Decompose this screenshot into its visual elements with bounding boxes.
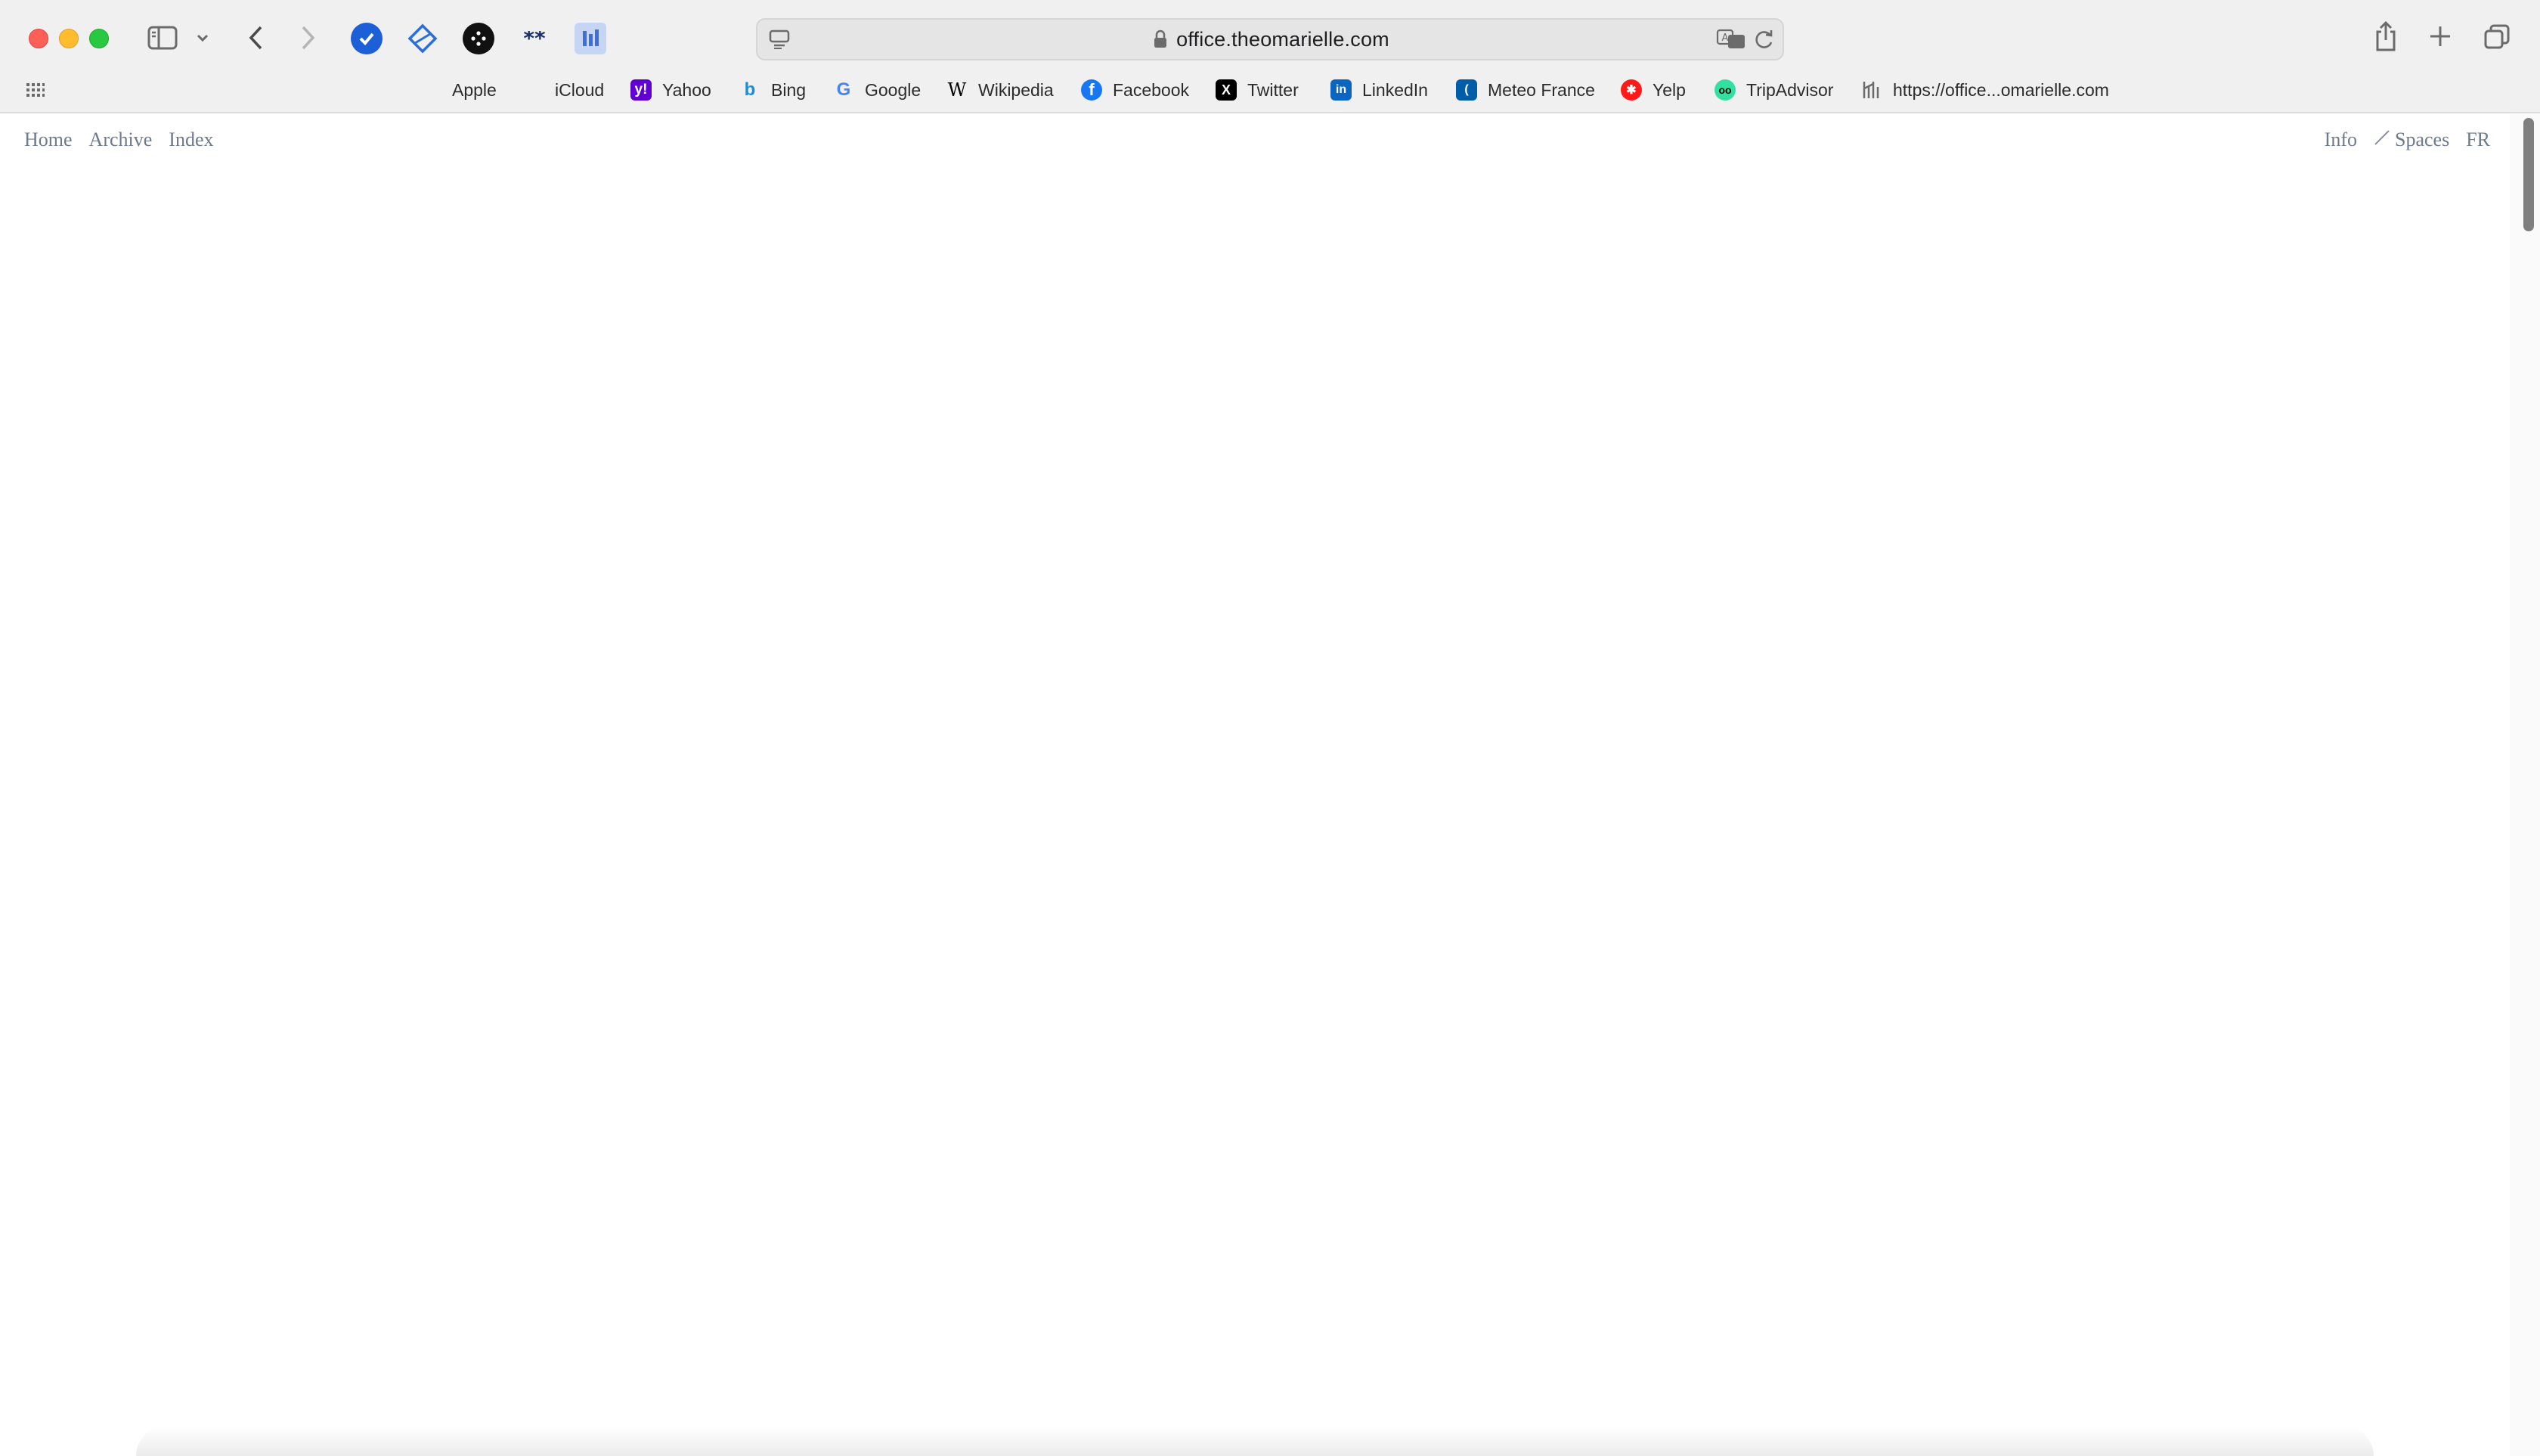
page-content: Home Archive Index Info Spaces FR [0, 113, 2510, 1456]
browser-toolbar: ** office.theomarielle.com A Apple iClou… [0, 0, 2540, 113]
nav-language-link[interactable]: FR [2466, 129, 2490, 151]
site-icon [1861, 79, 1882, 101]
back-arrow-icon[interactable] [240, 23, 271, 53]
bookmark-facebook[interactable]: f Facebook [1081, 71, 1189, 109]
apple-icon [523, 79, 544, 101]
meteo-france-icon: ( [1456, 79, 1477, 101]
forward-arrow-icon[interactable] [293, 23, 324, 53]
share-icon[interactable] [2371, 18, 2401, 54]
bing-icon: b [744, 79, 756, 100]
url-text: office.theomarielle.com [757, 20, 1783, 59]
svg-text:A: A [1722, 33, 1729, 44]
bookmark-label: iCloud [555, 79, 605, 100]
new-tab-plus-icon[interactable] [2425, 21, 2455, 51]
linkedin-icon: in [1330, 79, 1352, 101]
compass-extension-icon[interactable] [407, 23, 438, 54]
facebook-icon: f [1081, 79, 1102, 101]
bookmark-google[interactable]: G Google [833, 71, 922, 109]
nav-home-link[interactable]: Home [24, 129, 73, 151]
bookmark-label: Yelp [1653, 79, 1686, 100]
svg-text:**: ** [523, 31, 546, 46]
nav-spaces-link[interactable]: Spaces [2374, 129, 2449, 151]
bookmark-label: LinkedIn [1362, 79, 1428, 100]
scrollbar-track[interactable] [2510, 113, 2540, 1456]
bookmark-label: Wikipedia [978, 79, 1054, 100]
bookmark-yahoo[interactable]: y! Yahoo [630, 71, 711, 109]
bookmark-bing[interactable]: b Bing [739, 71, 806, 109]
bottom-content-shadow [136, 1426, 2374, 1456]
bookmarks-bar: Apple iCloud y! Yahoo b Bing G Google W … [0, 71, 2540, 109]
url-value: office.theomarielle.com [1176, 28, 1389, 51]
nav-index-link[interactable]: Index [169, 129, 213, 151]
yahoo-icon: y! [630, 79, 652, 101]
bookmark-label: Apple [452, 79, 497, 100]
diagonal-line-icon [2374, 129, 2390, 151]
chevron-down-icon[interactable] [194, 29, 212, 47]
bookmark-label: Yahoo [662, 79, 711, 100]
bookmark-meteo-france[interactable]: ( Meteo France [1456, 71, 1595, 109]
bookmark-tripadvisor[interactable]: oo TripAdvisor [1714, 71, 1833, 109]
dots-extension-icon[interactable] [463, 23, 494, 54]
translate-icon[interactable]: A [1716, 29, 1746, 50]
minimize-window-button[interactable] [59, 29, 79, 48]
close-window-button[interactable] [29, 29, 48, 48]
bookmark-yelp[interactable]: ✱ Yelp [1621, 71, 1686, 109]
apple-icon [420, 79, 441, 101]
bookmark-label: Facebook [1113, 79, 1190, 100]
tab-overview-icon[interactable] [2481, 21, 2513, 53]
site-nav-left: Home Archive Index [24, 129, 214, 151]
site-nav-right: Info Spaces FR [2325, 129, 2490, 151]
x-icon: X [1216, 79, 1237, 101]
asterisk-extension-icon[interactable]: ** [519, 23, 550, 54]
wikipedia-icon: W [947, 79, 967, 101]
bookmark-wikipedia[interactable]: W Wikipedia [946, 71, 1054, 109]
bookmark-label: TripAdvisor [1746, 79, 1834, 100]
bookmark-label: https://office...omarielle.com [1893, 79, 2109, 100]
bookmark-apple[interactable]: Apple [420, 71, 497, 109]
apps-grid-icon[interactable] [24, 79, 47, 101]
scrollbar-thumb[interactable] [2523, 118, 2534, 231]
bookmark-label: Twitter [1247, 79, 1299, 100]
lock-icon [1151, 23, 1170, 48]
yelp-icon: ✱ [1621, 79, 1642, 101]
bars-extension-icon[interactable] [575, 23, 606, 54]
nav-spaces-label: Spaces [2394, 129, 2450, 150]
zoom-window-button[interactable] [89, 29, 109, 48]
checkmark-extension-icon[interactable] [351, 23, 383, 54]
bookmark-icloud[interactable]: iCloud [523, 71, 604, 109]
bookmark-label: Google [865, 79, 922, 100]
google-icon: G [836, 79, 851, 100]
sidebar-toggle-icon[interactable] [145, 21, 180, 54]
bookmark-office-site[interactable]: https://office...omarielle.com [1861, 71, 2109, 109]
reload-icon[interactable] [1754, 29, 1775, 50]
bookmark-twitter[interactable]: X Twitter [1216, 71, 1299, 109]
nav-archive-link[interactable]: Archive [89, 129, 153, 151]
bookmark-label: Bing [771, 79, 807, 100]
address-bar[interactable]: office.theomarielle.com A [756, 18, 1784, 60]
tripadvisor-icon: oo [1714, 79, 1736, 101]
nav-info-link[interactable]: Info [2325, 129, 2357, 151]
bookmark-linkedin[interactable]: in LinkedIn [1330, 71, 1428, 109]
bookmark-label: Meteo France [1488, 79, 1595, 100]
